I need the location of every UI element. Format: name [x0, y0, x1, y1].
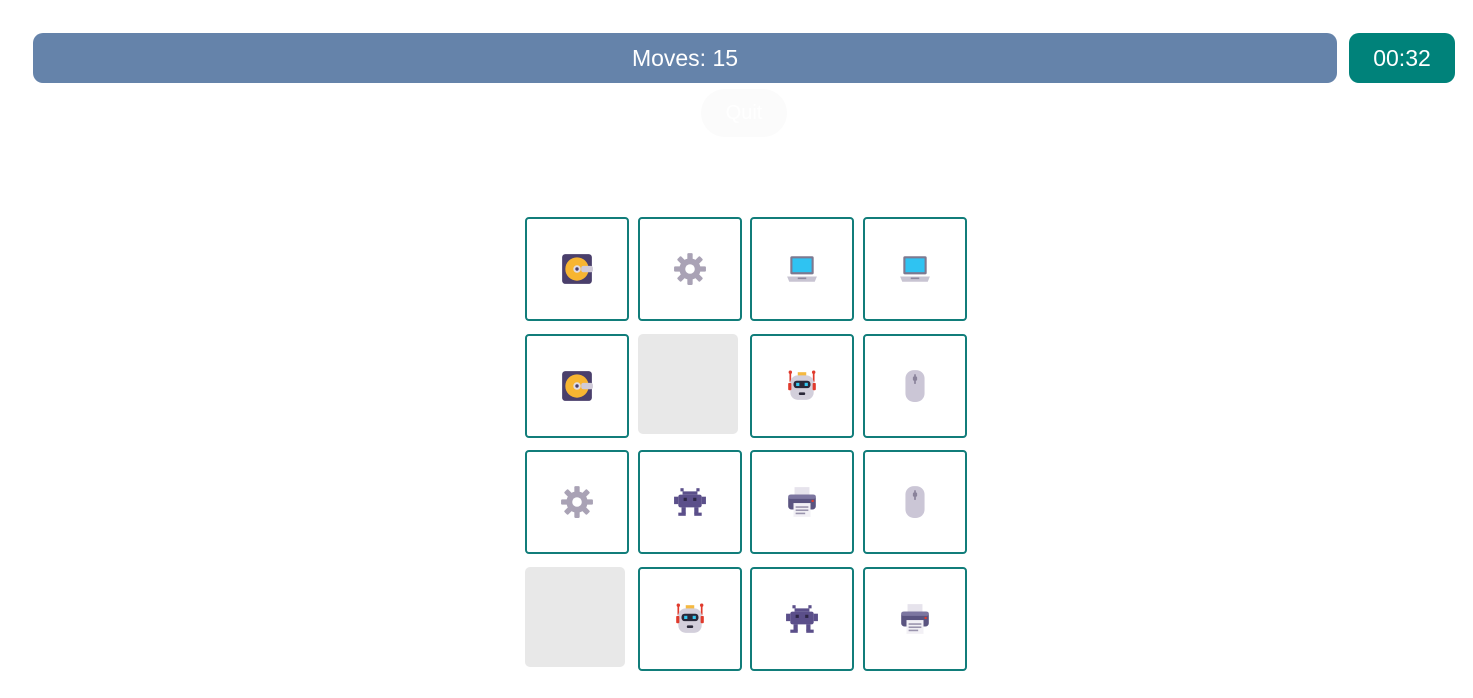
printer-icon: [898, 602, 932, 636]
laptop-icon: [898, 252, 932, 286]
gear-icon: [560, 485, 594, 519]
moves-counter: Moves: 15: [33, 33, 1337, 83]
card-face-up[interactable]: [750, 334, 854, 438]
card-face-up[interactable]: [638, 217, 742, 321]
card-face-up[interactable]: [863, 217, 967, 321]
disk-icon: [560, 252, 594, 286]
quit-label: Quit: [725, 101, 763, 124]
card-face-up[interactable]: [750, 567, 854, 671]
timer: 00:32: [1349, 33, 1455, 83]
card-face-down[interactable]: [638, 334, 738, 434]
timer-value: 00:32: [1373, 44, 1431, 71]
mouse-icon: [898, 369, 932, 403]
card-face-up[interactable]: [863, 334, 967, 438]
card-face-up[interactable]: [525, 217, 629, 321]
moves-label: Moves: 15: [631, 44, 739, 71]
card-grid: [525, 217, 967, 671]
mouse-icon: [898, 485, 932, 519]
card-face-up[interactable]: [638, 567, 742, 671]
alien-icon: [673, 485, 707, 519]
card-face-up[interactable]: [638, 450, 742, 554]
card-face-up[interactable]: [750, 450, 854, 554]
card-face-up[interactable]: [525, 334, 629, 438]
printer-icon: [785, 485, 819, 519]
robot-icon: [673, 602, 707, 636]
card-face-up[interactable]: [750, 217, 854, 321]
robot-icon: [785, 369, 819, 403]
laptop-icon: [785, 252, 819, 286]
gear-icon: [673, 252, 707, 286]
card-face-up[interactable]: [525, 450, 629, 554]
card-face-up[interactable]: [863, 567, 967, 671]
quit-button[interactable]: Quit: [701, 89, 787, 137]
alien-icon: [785, 602, 819, 636]
disk-icon: [560, 369, 594, 403]
card-face-down[interactable]: [525, 567, 625, 667]
card-face-up[interactable]: [863, 450, 967, 554]
